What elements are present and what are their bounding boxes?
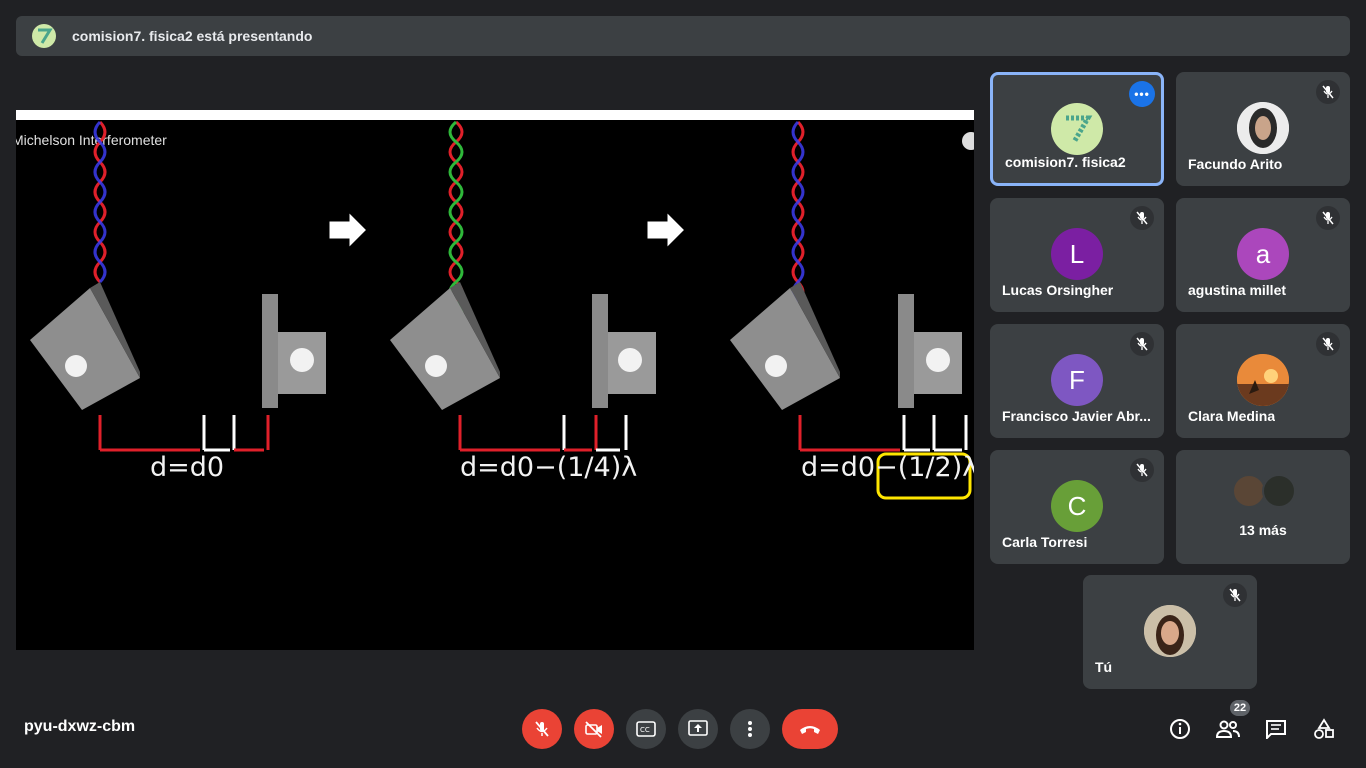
camera-toggle-button[interactable]	[574, 709, 614, 749]
present-icon	[688, 720, 708, 736]
mic-off-icon	[1130, 458, 1154, 482]
mic-off-icon	[535, 721, 549, 737]
avatar	[1237, 102, 1289, 154]
participant-tile-clara[interactable]: Clara Medina	[1176, 324, 1350, 438]
activities-button[interactable]	[1311, 716, 1337, 742]
mic-off-icon	[1130, 332, 1154, 356]
participant-name: Lucas Orsingher	[1002, 282, 1114, 298]
more-options-button[interactable]: •••	[1129, 81, 1155, 107]
avatar	[1262, 474, 1296, 508]
participant-name: Francisco Javier Abr...	[1002, 408, 1151, 424]
avatar: a	[1237, 228, 1289, 280]
participant-tile-lucas[interactable]: L Lucas Orsingher	[990, 198, 1164, 312]
arrow-icon-1	[326, 206, 371, 254]
mic-off-icon	[1223, 583, 1247, 607]
distance-label-2: d=d0−(1/4)λ	[460, 452, 638, 483]
beam-splitter-3	[730, 282, 840, 410]
people-button[interactable]	[1215, 716, 1241, 742]
beam-splitter-2	[390, 282, 500, 410]
participant-tile-presenter[interactable]: ••• comision7. fisica2	[990, 72, 1164, 186]
avatar	[1232, 474, 1266, 508]
activities-icon	[1314, 718, 1334, 739]
ruler-2	[458, 415, 628, 452]
participant-name: comision7. fisica2	[1005, 154, 1126, 170]
camera-off-icon	[585, 721, 602, 738]
participant-name: Tú	[1095, 659, 1113, 675]
self-tile[interactable]: Tú	[1083, 575, 1257, 689]
avatar: C	[1051, 480, 1103, 532]
presentation-stage[interactable]: Michelson Interferometer d=d0 d=d0−(1/4)…	[16, 110, 974, 650]
people-icon	[1216, 720, 1240, 738]
participant-name: agustina millet	[1188, 282, 1287, 298]
arrow-icon-2	[644, 206, 689, 254]
participant-tile-carla[interactable]: C Carla Torresi	[990, 450, 1164, 564]
interferometer-diagram	[30, 120, 972, 500]
ruler-3	[798, 415, 968, 452]
participant-tile-facundo[interactable]: Facundo Arito	[1176, 72, 1350, 186]
ruler-1	[98, 415, 270, 452]
chat-button[interactable]	[1263, 716, 1289, 742]
present-screen-button[interactable]	[678, 709, 718, 749]
presenter-logo-avatar	[1051, 103, 1103, 155]
end-call-icon	[800, 726, 820, 734]
mirror-3	[898, 294, 962, 408]
info-icon	[1170, 719, 1190, 739]
mic-toggle-button[interactable]	[522, 709, 562, 749]
presenting-banner: comision7. fisica2 está presentando	[16, 16, 1350, 56]
more-participants-tile[interactable]: 13 más	[1176, 450, 1350, 564]
more-vert-icon	[748, 721, 752, 737]
avatar: F	[1051, 354, 1103, 406]
mic-off-icon	[1316, 332, 1340, 356]
participant-name: Clara Medina	[1188, 408, 1276, 424]
mirror-1	[262, 294, 326, 408]
mic-off-icon	[1316, 206, 1340, 230]
beam-splitter-1	[30, 282, 140, 410]
mirror-2	[592, 294, 656, 408]
distance-label-1: d=d0	[150, 452, 225, 483]
more-options-toolbar-button[interactable]	[730, 709, 770, 749]
participant-tile-agustina[interactable]: a agustina millet	[1176, 198, 1350, 312]
chat-icon	[1266, 720, 1286, 739]
leave-call-button[interactable]	[782, 709, 838, 749]
bottom-toolbar: pyu-dxwz-cbm CC 22	[0, 688, 1366, 768]
participant-name: Facundo Arito	[1188, 156, 1283, 172]
participants-count-badge: 22	[1230, 700, 1250, 716]
avatar	[1144, 605, 1196, 657]
captions-button[interactable]: CC	[626, 709, 666, 749]
captions-icon: CC	[636, 721, 656, 737]
mic-off-icon	[1316, 80, 1340, 104]
participant-tile-francisco[interactable]: F Francisco Javier Abr...	[990, 324, 1164, 438]
more-participants-label: 13 más	[1239, 522, 1287, 538]
avatar: L	[1051, 228, 1103, 280]
meeting-code: pyu-dxwz-cbm	[24, 718, 136, 735]
svg-text:CC: CC	[640, 726, 650, 734]
presenter-avatar	[32, 24, 56, 48]
mic-off-icon	[1130, 206, 1154, 230]
avatar	[1237, 354, 1289, 406]
meeting-details-button[interactable]	[1167, 716, 1193, 742]
distance-label-3: d=d0−(1/2)λ	[801, 452, 974, 483]
presenting-text: comision7. fisica2 está presentando	[72, 28, 313, 44]
participant-name: Carla Torresi	[1002, 534, 1088, 550]
